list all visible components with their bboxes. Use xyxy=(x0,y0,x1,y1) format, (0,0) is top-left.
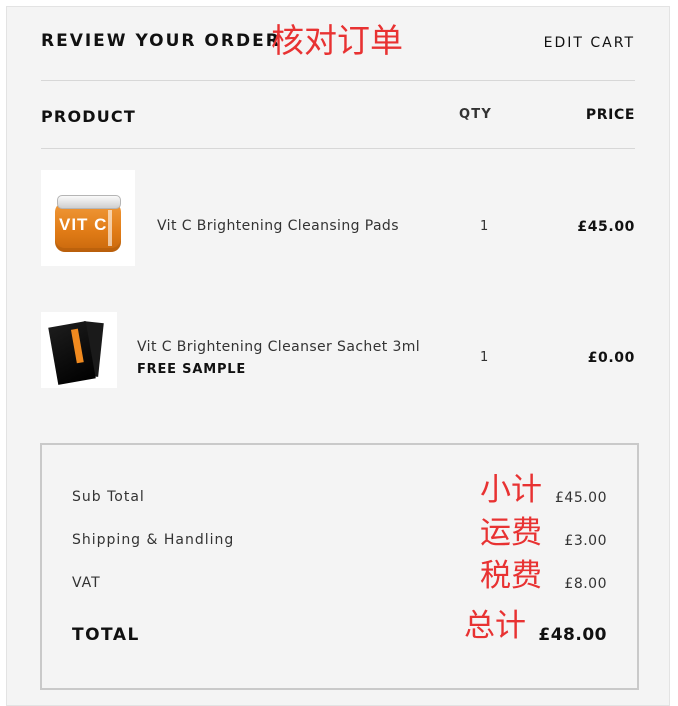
shipping-annotation: 运费 xyxy=(480,515,542,551)
header-divider xyxy=(41,80,635,81)
product-qty: 1 xyxy=(480,219,489,234)
sachet-stripe xyxy=(70,328,84,364)
page-title: REVIEW YOUR ORDER xyxy=(41,31,281,51)
vat-label: VAT xyxy=(72,575,101,591)
product-name[interactable]: Vit C Brightening Cleanser Sachet 3ml xyxy=(137,339,420,355)
column-header-qty: QTY xyxy=(459,107,492,122)
jar-lid xyxy=(57,195,121,209)
column-header-price: PRICE xyxy=(585,107,635,123)
product-name[interactable]: Vit C Brightening Cleansing Pads xyxy=(157,218,399,234)
jar-label: VIT C xyxy=(59,215,108,234)
total-label: TOTAL xyxy=(72,625,140,645)
product-price: £0.00 xyxy=(587,350,635,366)
product-image-cleansing-pads[interactable]: VIT C xyxy=(41,170,135,266)
summary-row-total: TOTAL 总计 £48.00 xyxy=(72,611,607,651)
edit-cart-link[interactable]: EDIT CART xyxy=(544,35,635,51)
shipping-value: £3.00 xyxy=(564,533,607,549)
vat-annotation: 税费 xyxy=(480,558,542,594)
total-value: £48.00 xyxy=(538,625,607,645)
title-annotation: 核对订单 xyxy=(271,21,403,60)
summary-row-vat: VAT 税费 £8.00 xyxy=(72,561,607,599)
order-header: REVIEW YOUR ORDER 核对订单 EDIT CART xyxy=(41,21,635,67)
line-item-cleansing-pads: VIT C Vit C Brightening Cleansing Pads 1… xyxy=(41,170,635,268)
column-header-product: PRODUCT xyxy=(41,107,136,126)
order-review-panel: REVIEW YOUR ORDER 核对订单 EDIT CART PRODUCT… xyxy=(6,6,670,706)
jar-stripe xyxy=(108,210,112,246)
free-sample-badge: FREE SAMPLE xyxy=(137,362,247,377)
line-item-cleanser-sachet: Vit C Brightening Cleanser Sachet 3ml FR… xyxy=(41,312,635,390)
product-price: £45.00 xyxy=(577,219,635,235)
columns-divider xyxy=(41,148,635,149)
order-summary-box: Sub Total 小计 £45.00 Shipping & Handling … xyxy=(40,443,639,690)
vat-value: £8.00 xyxy=(564,576,607,592)
total-annotation: 总计 xyxy=(464,608,526,644)
shipping-label: Shipping & Handling xyxy=(72,532,235,548)
subtotal-annotation: 小计 xyxy=(480,472,542,508)
summary-row-subtotal: Sub Total 小计 £45.00 xyxy=(72,475,607,513)
subtotal-label: Sub Total xyxy=(72,489,145,505)
summary-row-shipping: Shipping & Handling 运费 £3.00 xyxy=(72,518,607,556)
product-qty: 1 xyxy=(480,350,489,365)
subtotal-value: £45.00 xyxy=(555,490,607,506)
product-image-cleanser-sachet[interactable] xyxy=(41,312,117,388)
